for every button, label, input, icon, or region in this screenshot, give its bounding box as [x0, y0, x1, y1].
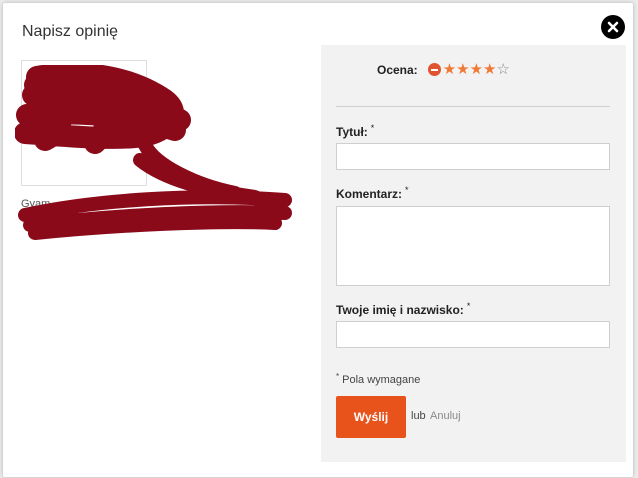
product-name: Gyam ... geyati: [21, 198, 95, 210]
star-icon-3[interactable]: ★: [470, 62, 483, 77]
close-icon: [607, 21, 619, 33]
comment-textarea[interactable]: [336, 206, 610, 286]
review-modal: Napisz opinię Gyam ... geyati Ocena: ★ ★…: [3, 3, 633, 477]
product-image-placeholder: [30, 121, 38, 143]
modal-title: Napisz opinię: [22, 23, 119, 40]
or-text: lub: [411, 410, 426, 422]
submit-button[interactable]: Wyślij: [336, 396, 406, 438]
name-input[interactable]: [336, 321, 610, 348]
rating-row: Ocena: ★ ★ ★ ★ ☆: [377, 62, 510, 77]
name-label: Twoje imię i nazwisko: *: [336, 301, 471, 317]
star-icon-1[interactable]: ★: [443, 62, 456, 77]
cancel-link[interactable]: Anuluj: [430, 410, 461, 422]
close-button[interactable]: [601, 15, 625, 39]
divider: [336, 106, 610, 107]
comment-label: Komentarz: *: [336, 185, 409, 201]
star-icon-2[interactable]: ★: [456, 62, 469, 77]
star-icon-5[interactable]: ☆: [497, 62, 510, 77]
star-icon-4[interactable]: ★: [483, 62, 496, 77]
required-note: * Pola wymagane: [336, 372, 421, 386]
title-input[interactable]: [336, 143, 610, 170]
product-image: [21, 60, 147, 186]
review-form: Ocena: ★ ★ ★ ★ ☆ Tytuł: * Komentarz: * Two…: [321, 45, 626, 462]
minus-circle-icon[interactable]: [427, 63, 441, 76]
title-label: Tytuł: *: [336, 123, 375, 139]
rating-label: Ocena:: [377, 62, 418, 77]
